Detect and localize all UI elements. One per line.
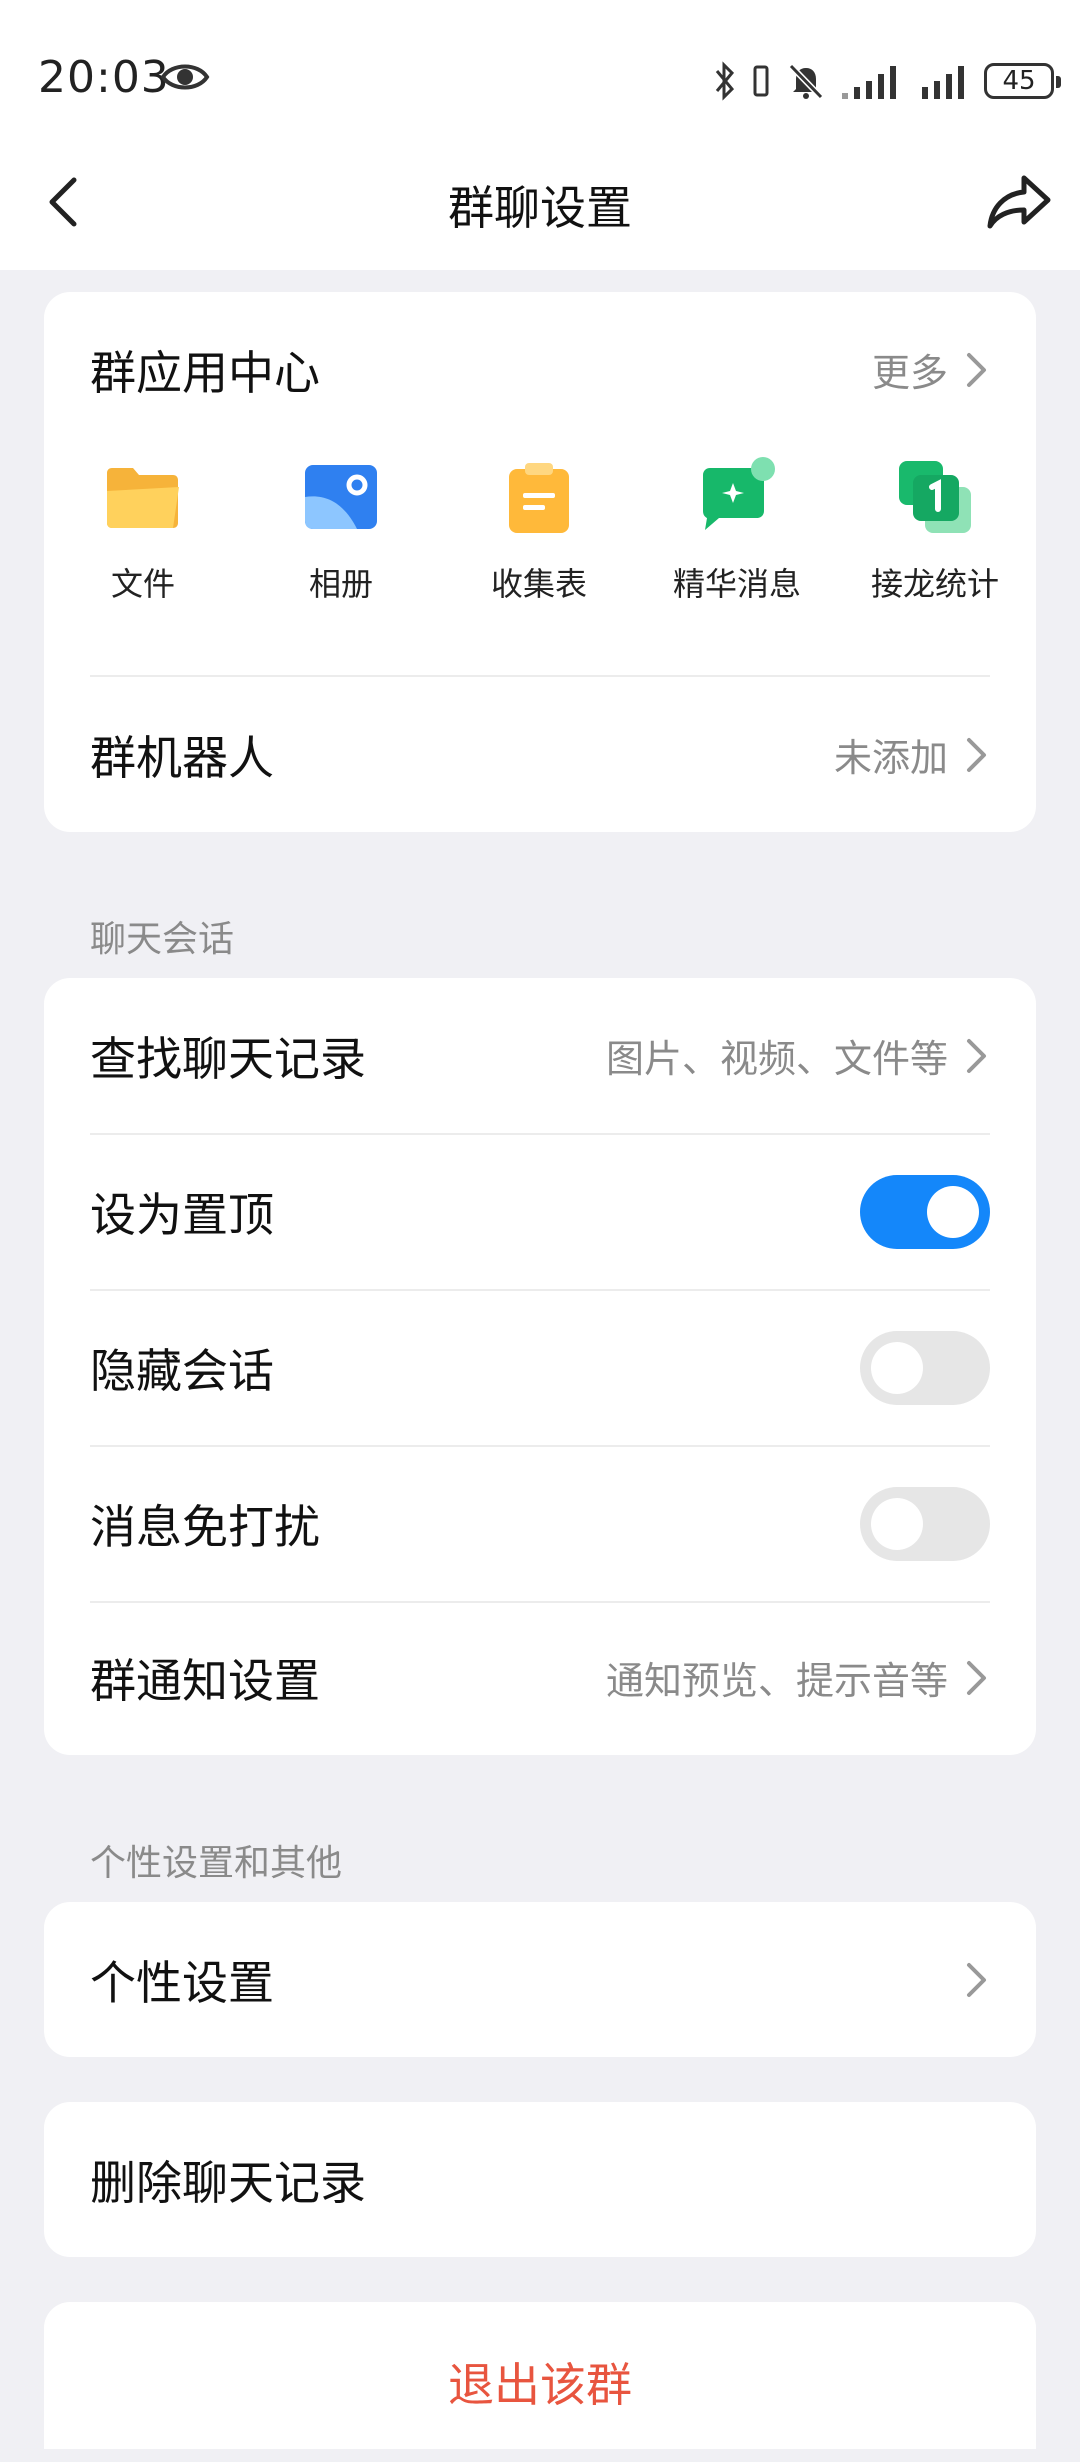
group-robot-row[interactable]: 群机器人 未添加	[90, 677, 990, 832]
chat-settings-card: 查找聊天记录 图片、视频、文件等 设为置顶 隐藏会话 消息免打扰 群通知设置 通…	[44, 978, 1036, 1755]
exit-group-card: 退出该群	[44, 2302, 1036, 2449]
notify-settings-row[interactable]: 群通知设置 通知预览、提示音等	[90, 1600, 990, 1755]
nav-bar: 群聊设置	[0, 150, 1080, 260]
app-item-album[interactable]: 相册	[242, 457, 440, 617]
find-history-value: 图片、视频、文件等	[605, 1037, 948, 1081]
album-icon	[305, 465, 377, 529]
vibrate-icon	[753, 65, 769, 97]
status-icons: 45	[714, 56, 1061, 106]
delete-history-row[interactable]: 删除聊天记录	[90, 2102, 990, 2257]
do-not-disturb-row: 消息免打扰	[90, 1446, 990, 1601]
folder-icon	[107, 468, 179, 528]
mute-bell-icon	[788, 63, 824, 100]
app-item-files[interactable]: 文件	[44, 457, 242, 617]
status-bar: 20:03 45	[0, 0, 1080, 160]
chevron-right-icon	[967, 1660, 986, 1695]
bluetooth-icon	[715, 61, 735, 101]
delete-history-card: 删除聊天记录	[44, 2102, 1036, 2257]
relay-stats-icon	[899, 461, 971, 533]
do-not-disturb-toggle[interactable]	[860, 1486, 990, 1561]
delete-history-label: 删除聊天记录	[90, 2155, 366, 2210]
app-label: 文件	[110, 565, 175, 603]
exit-group-button[interactable]: 退出该群	[44, 2302, 1036, 2462]
group-robot-label: 群机器人	[90, 730, 274, 785]
section-heading-personal: 个性设置和其他	[90, 1843, 343, 1884]
eye-icon	[160, 64, 210, 90]
app-item-highlights[interactable]: 精华消息	[638, 457, 836, 617]
find-history-row[interactable]: 查找聊天记录 图片、视频、文件等	[90, 978, 990, 1133]
app-item-relay-stats[interactable]: 接龙统计	[836, 457, 1034, 617]
signal-icon-2	[922, 66, 964, 99]
group-robot-value: 未添加	[833, 736, 948, 780]
hide-chat-row: 隐藏会话	[90, 1290, 990, 1445]
battery-indicator: 45	[984, 63, 1061, 99]
pin-top-toggle[interactable]	[860, 1174, 990, 1249]
hide-chat-label: 隐藏会话	[90, 1343, 274, 1398]
chevron-right-icon	[967, 352, 986, 387]
toggle-knob	[871, 1497, 923, 1550]
more-label: 更多	[871, 351, 948, 395]
more-link[interactable]: 更多	[872, 342, 990, 397]
personal-settings-card: 个性设置	[44, 1902, 1036, 2057]
app-grid: 文件 相册 收集表 精华消息 接龙统计	[44, 457, 1036, 617]
app-center-card: 群应用中心 更多 文件 相册 收集表 精华消息 接龙统计 群机器人 未添加	[44, 292, 1036, 832]
chevron-right-icon	[967, 1962, 986, 1997]
app-center-title: 群应用中心	[90, 345, 320, 400]
app-label: 接龙统计	[870, 565, 999, 603]
toggle-knob	[871, 1341, 923, 1394]
find-history-label: 查找聊天记录	[90, 1031, 366, 1086]
do-not-disturb-label: 消息免打扰	[90, 1499, 320, 1554]
section-heading-chat: 聊天会话	[90, 919, 235, 960]
pin-top-row: 设为置顶	[90, 1134, 990, 1289]
personal-settings-label: 个性设置	[90, 1955, 274, 2010]
toggle-knob	[927, 1185, 979, 1238]
app-item-form[interactable]: 收集表	[440, 457, 638, 617]
app-label: 精华消息	[672, 565, 801, 603]
share-icon[interactable]	[984, 170, 1054, 234]
notify-settings-value: 通知预览、提示音等	[605, 1659, 948, 1703]
app-label: 相册	[308, 565, 373, 603]
page-title: 群聊设置	[448, 181, 632, 235]
hide-chat-toggle[interactable]	[860, 1330, 990, 1405]
pin-top-label: 设为置顶	[90, 1187, 274, 1242]
app-label: 收集表	[490, 565, 587, 603]
battery-level: 45	[1002, 66, 1036, 96]
app-center-header-row[interactable]: 群应用中心 更多	[90, 292, 990, 447]
status-time: 20:03	[38, 52, 170, 103]
notify-settings-label: 群通知设置	[90, 1653, 320, 1708]
clipboard-icon	[509, 463, 569, 533]
signal-icon-1	[842, 66, 896, 99]
highlight-message-icon	[703, 457, 775, 530]
chevron-right-icon	[967, 737, 986, 772]
chevron-right-icon	[967, 1038, 986, 1073]
personal-settings-row[interactable]: 个性设置	[90, 1902, 990, 2057]
